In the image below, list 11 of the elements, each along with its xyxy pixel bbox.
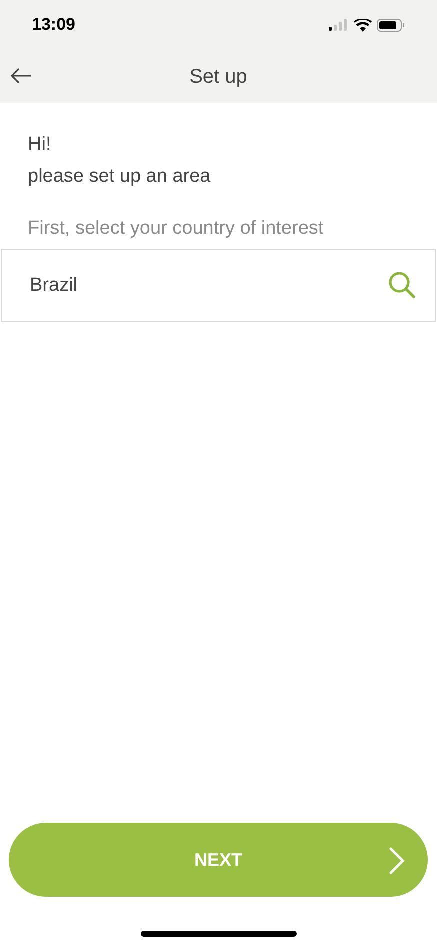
country-search-field[interactable]: Brazil [1,249,436,322]
chevron-right-icon [388,847,406,875]
greeting-text: Hi! [28,133,52,157]
page-title: Set up [190,64,248,90]
country-field-label: First, select your country of interest [28,217,325,241]
battery-icon [377,18,405,32]
wifi-icon [354,18,372,32]
greeting-text: please set up an area [28,165,212,189]
signal-icon [329,19,349,31]
back-arrow-icon [10,68,32,84]
status-time: 13:09 [32,14,76,36]
